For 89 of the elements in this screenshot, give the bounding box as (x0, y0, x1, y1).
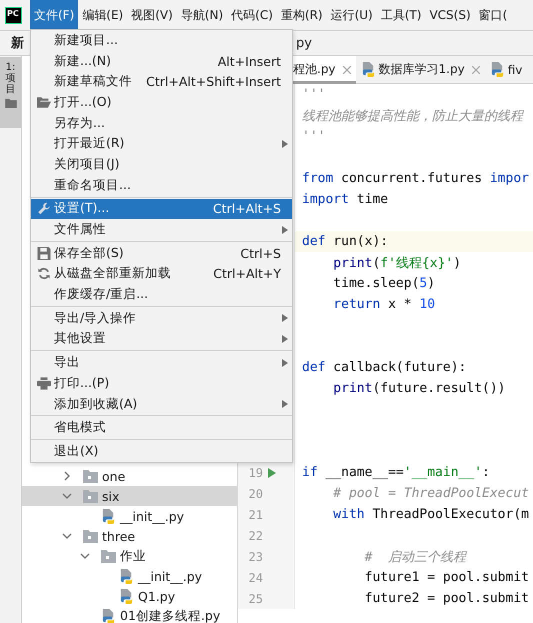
menu-item[interactable]: 从磁盘全部重新加载 Ctrl+Alt+Y (31, 264, 292, 284)
chevron-right-icon[interactable] (62, 471, 72, 481)
menu-item[interactable]: 设置(T)... Ctrl+Alt+S (31, 198, 292, 220)
tree-item[interactable]: __init__.py (22, 566, 237, 586)
menu-item[interactable]: 保存全部(S) Ctrl+S (31, 242, 292, 264)
menu-item[interactable]: 省电模式 (31, 417, 292, 438)
folder-icon (37, 96, 51, 109)
tree-item[interactable]: six (22, 486, 237, 506)
menu-item[interactable]: 其他设置 (31, 328, 292, 350)
breadcrumb-text[interactable]: py (296, 36, 312, 50)
project-tool-tab[interactable]: 1: 项目 (0, 57, 21, 128)
code-line: def run(x): (302, 234, 388, 249)
code-line: import time (302, 192, 388, 207)
tree-item[interactable]: three (22, 526, 237, 546)
menu-title[interactable]: 工具(T) (376, 0, 426, 30)
code-line: print(f'线程{x}') (332, 254, 462, 272)
menu-title[interactable]: 视图(V) (127, 0, 177, 30)
line-number: 21 (248, 508, 263, 522)
line-number: 25 (248, 592, 263, 606)
python-file-icon (119, 568, 134, 584)
editor-tab[interactable]: fiv (484, 56, 528, 84)
menu-item[interactable]: 退出(X) (31, 441, 292, 462)
python-file-icon (101, 508, 116, 524)
breadcrumb-text[interactable]: 新 (11, 34, 24, 52)
code-line: # 启动三个线程 (364, 548, 466, 566)
menu-item[interactable]: 打开最近(R) (31, 133, 292, 154)
app-logo: PC (5, 6, 22, 24)
code-line: future1 = pool.submit (364, 570, 529, 585)
run-icon[interactable] (268, 468, 276, 478)
line-number: 20 (248, 486, 263, 500)
reload-icon (37, 267, 51, 280)
close-icon[interactable] (342, 66, 351, 74)
tree-item[interactable]: one (22, 466, 237, 486)
code-line: future2 = pool.submit (364, 591, 529, 606)
code-line: return x * 10 (332, 297, 436, 312)
code-line: # pool = ThreadPoolExecut (332, 486, 529, 501)
code-line: def callback(future): (302, 360, 466, 375)
menu-title[interactable]: 导航(N) (176, 0, 228, 30)
code-line: time.sleep(5) (332, 276, 436, 291)
code-line: if __name__=='__main__': (302, 465, 490, 480)
chevron-down-icon[interactable] (62, 531, 72, 541)
line-number: 23 (248, 550, 263, 564)
code-line: 线程池能够提高性能，防止大量的线程 (302, 108, 523, 124)
tree-item[interactable]: 作业 (22, 546, 237, 566)
save-icon (37, 246, 51, 260)
folder-icon (101, 550, 116, 562)
menu-item[interactable]: 打开...(O) (31, 92, 292, 113)
menu-item[interactable]: 文件属性 (31, 219, 292, 240)
menu-title[interactable]: 重构(R) (276, 0, 327, 30)
menu-title[interactable]: 编辑(E) (78, 0, 128, 30)
code-line: ''' (302, 129, 326, 144)
tree-item[interactable]: 01创建多线程.py (22, 606, 237, 623)
line-number: 24 (248, 570, 263, 584)
menu-title[interactable]: VCS(S) (425, 0, 475, 30)
python-file-icon (119, 588, 134, 604)
menu-item[interactable]: 添加到收藏(A) (31, 394, 292, 414)
menu-title[interactable]: 窗口( (474, 0, 512, 30)
code-line: from concurrent.futures impor (302, 171, 529, 186)
code-line: print(future.result()) (332, 381, 506, 396)
chevron-down-icon[interactable] (62, 491, 72, 501)
python-file-icon (101, 608, 116, 623)
editor-tab[interactable]: 数据库学习1.py (356, 56, 485, 84)
folder-icon (83, 470, 98, 482)
tree-item[interactable]: Q1.py (22, 586, 237, 606)
folder-icon (83, 490, 98, 502)
line-number: 19 (248, 466, 263, 480)
tree-item[interactable]: __init__.py (22, 506, 237, 526)
code-line: ''' (302, 87, 326, 102)
folder-icon (4, 98, 16, 108)
menu-item[interactable]: 打印...(P) (31, 373, 292, 394)
menu-item[interactable]: 重命名项目... (31, 174, 292, 196)
python-file-icon (360, 62, 376, 77)
menu-item[interactable]: 导出/导入操作 (31, 308, 292, 329)
menu-item[interactable]: 导出 (31, 352, 292, 373)
close-icon[interactable] (472, 66, 480, 74)
menu-title[interactable]: 运行(U) (326, 0, 377, 30)
wrench-icon (37, 202, 51, 216)
menu-item[interactable]: 作废缓存/重启... (31, 284, 292, 305)
folder-icon (83, 530, 98, 542)
code-line: with ThreadPoolExecutor(m (332, 507, 529, 522)
menu-item[interactable]: 另存为... (31, 112, 292, 134)
menu-item[interactable]: 关闭项目(J) (31, 154, 292, 175)
chevron-down-icon[interactable] (80, 551, 90, 561)
python-file-icon (490, 62, 505, 77)
printer-icon (37, 376, 51, 390)
menu-title[interactable]: 代码(C) (227, 0, 277, 30)
menu-title[interactable]: 文件(F) (30, 0, 78, 30)
line-number: 22 (248, 528, 263, 542)
menu-item[interactable]: 新建项目... (31, 30, 292, 51)
